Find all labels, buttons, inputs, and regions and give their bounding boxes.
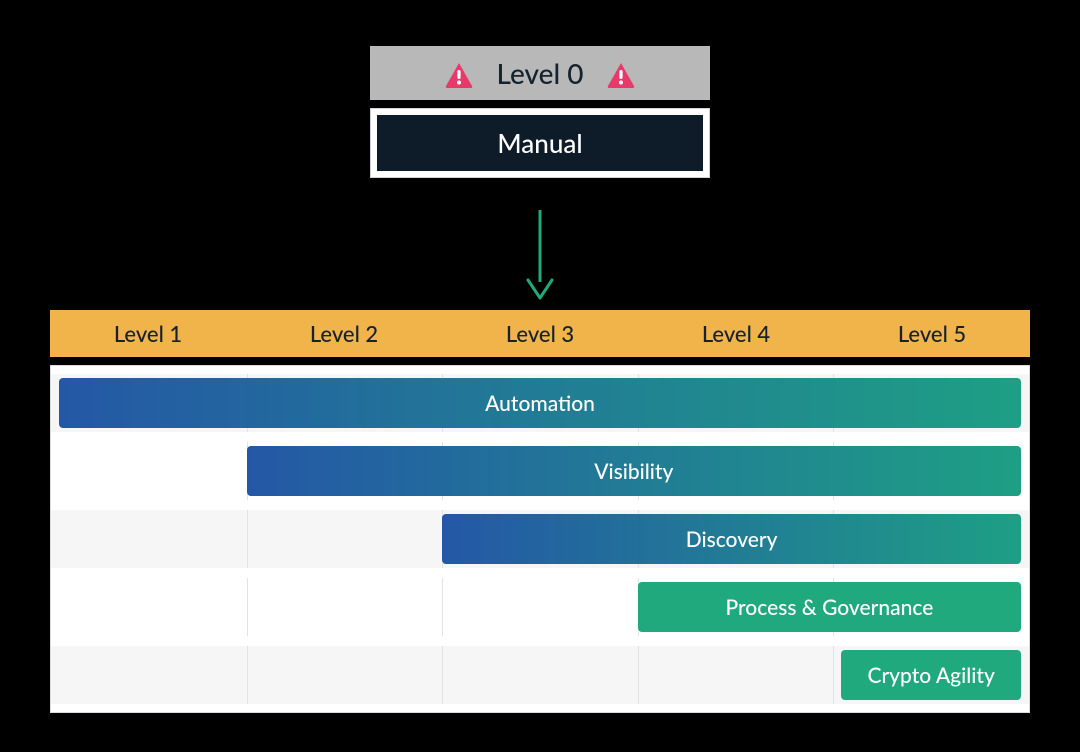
level-0-block: Level 0 Manual bbox=[370, 46, 710, 178]
chart-board: Automation Visibility Discovery Process … bbox=[50, 365, 1030, 713]
level-header-5: Level 5 bbox=[834, 310, 1030, 357]
bar-crypto-agility: Crypto Agility bbox=[841, 650, 1021, 700]
chart-row: Automation bbox=[51, 374, 1029, 432]
arrow-down-icon bbox=[522, 210, 558, 304]
chart-row: Visibility bbox=[51, 442, 1029, 500]
warning-icon bbox=[445, 60, 473, 86]
bar-process-governance: Process & Governance bbox=[638, 582, 1021, 632]
level-0-badge: Manual bbox=[370, 108, 710, 178]
levels-header: Level 1 Level 2 Level 3 Level 4 Level 5 bbox=[50, 310, 1030, 357]
chart-row: Discovery bbox=[51, 510, 1029, 568]
level-header-3: Level 3 bbox=[442, 310, 638, 357]
warning-icon bbox=[607, 60, 635, 86]
level-header-4: Level 4 bbox=[638, 310, 834, 357]
chart-row: Process & Governance bbox=[51, 578, 1029, 636]
bar-discovery: Discovery bbox=[442, 514, 1021, 564]
level-0-header: Level 0 bbox=[370, 46, 710, 100]
level-header-1: Level 1 bbox=[50, 310, 246, 357]
maturity-chart: Level 1 Level 2 Level 3 Level 4 Level 5 … bbox=[50, 310, 1030, 713]
bar-visibility: Visibility bbox=[247, 446, 1021, 496]
level-0-title: Level 0 bbox=[497, 56, 584, 90]
bar-automation: Automation bbox=[59, 378, 1021, 428]
chart-row: Crypto Agility bbox=[51, 646, 1029, 704]
level-header-2: Level 2 bbox=[246, 310, 442, 357]
level-0-badge-label: Manual bbox=[377, 115, 703, 171]
